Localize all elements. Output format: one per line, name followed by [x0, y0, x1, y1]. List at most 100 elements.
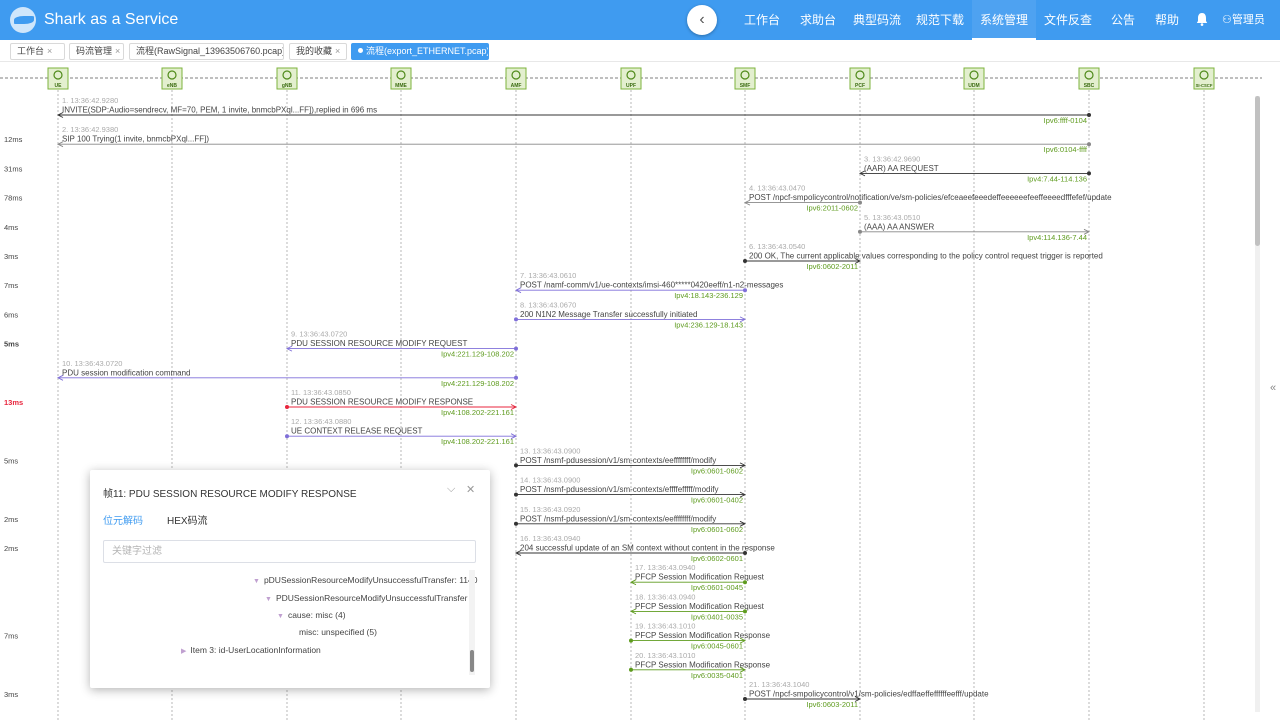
message-5[interactable]: 5. 13:36:43.0510(AAA) AA ANSWER Ipv4:114.…	[4, 213, 1091, 242]
message-timestamp: 21. 13:36:43.1040	[749, 680, 809, 689]
message-address: Ipv6:0602-2011	[806, 262, 858, 271]
message-11[interactable]: 11. 13:36:43.0850PDU SESSION RESOURCE MO…	[4, 388, 518, 417]
expand-panel-icon[interactable]: «	[1270, 382, 1276, 394]
message-origin-dot	[743, 259, 747, 263]
node-pcf[interactable]: PCF	[849, 67, 871, 90]
node-gnb[interactable]: gNB	[276, 67, 298, 90]
message-timestamp: 14. 13:36:43.0900	[520, 476, 580, 485]
message-timestamp: 20. 13:36:43.1010	[635, 651, 695, 660]
message-origin-dot	[1087, 113, 1091, 117]
message-label: PFCP Session Modification Request	[635, 602, 765, 611]
node-amf[interactable]: AMF	[505, 67, 527, 90]
frame-decode-popup: 帧11: PDU SESSION RESOURCE MODIFY RESPONS…	[90, 470, 490, 688]
message-label: SIP 100 Trying(1 invite, bnmcbPXql...FF]…	[62, 135, 209, 144]
message-label: PFCP Session Modification Request	[635, 573, 765, 582]
keyword-filter-input[interactable]	[103, 540, 476, 563]
message-label: 200 OK, The current applicable values co…	[749, 252, 1103, 261]
message-10[interactable]: 10. 13:36:43.0720PDU session modificatio…	[56, 359, 518, 388]
message-timestamp: 16. 13:36:43.0940	[520, 534, 580, 543]
message-18[interactable]: 18. 13:36:43.0940PFCP Session Modificati…	[629, 592, 765, 621]
message-20[interactable]: 20. 13:36:43.1010PFCP Session Modificati…	[629, 651, 771, 680]
message-address: Ipv6:0602-0601	[691, 554, 743, 563]
node-smf[interactable]: SMF	[734, 67, 756, 90]
node-label: SMF	[740, 83, 751, 89]
collapse-button[interactable]: ‹	[687, 5, 717, 35]
message-6[interactable]: 6. 13:36:43.0540200 OK, The current appl…	[4, 242, 1103, 271]
message-14[interactable]: 14. 13:36:43.0900POST /nsmf-pdusession/v…	[514, 476, 747, 505]
tree-item[interactable]: ▼ pDUSessionResourceModifyUnsuccessfulTra…	[253, 575, 477, 585]
node-mme[interactable]: MME	[390, 67, 412, 90]
close-icon[interactable]: ✕	[466, 483, 475, 496]
tab-stream-management[interactable]: 码流管理 ×	[69, 43, 124, 60]
tab-flow-rawsignal[interactable]: 流程(RawSignal_13963506760.pcap)×	[129, 43, 284, 60]
nav-file-lookup[interactable]: 文件反查	[1042, 0, 1094, 40]
caret-right-icon[interactable]: ▶	[181, 648, 186, 655]
node-sbc[interactable]: SBC	[1078, 67, 1100, 90]
close-icon[interactable]: ×	[335, 46, 340, 56]
node-ue[interactable]: UE	[47, 67, 69, 90]
close-icon[interactable]: ×	[47, 46, 52, 56]
caret-down-icon[interactable]: ▼	[265, 596, 272, 603]
message-4[interactable]: 4. 13:36:43.0470POST /npcf-smpolicycontr…	[4, 184, 1112, 213]
top-header: Shark as a Service ‹ 工作台 求助台 典型码流 规范下载 系…	[0, 0, 1280, 40]
caret-down-icon[interactable]: ▼	[253, 578, 260, 585]
node-label: UE	[55, 83, 63, 89]
message-timestamp: 15. 13:36:43.0920	[520, 505, 580, 514]
message-address: Ipv6:0601-0045	[691, 583, 743, 592]
chevron-down-icon[interactable]: ⌵	[447, 483, 455, 496]
message-address: Ipv4:221.129-108.202	[441, 350, 514, 359]
message-origin-dot	[514, 521, 518, 526]
message-origin-dot	[629, 638, 633, 643]
tab-favorites[interactable]: 我的收藏 ×	[289, 43, 347, 60]
message-3[interactable]: 3. 13:36:42.9690(AAR) AA REQUEST Ipv4:7.4…	[4, 154, 1091, 183]
message-label: UE CONTEXT RELEASE REQUEST	[291, 427, 423, 436]
message-timestamp: 10. 13:36:43.0720	[62, 359, 122, 368]
user-menu[interactable]: ⚇管理员	[1222, 0, 1265, 40]
tree-item[interactable]: ▼ PDUSessionResourceModifyUnsuccessfulTra…	[265, 593, 467, 603]
message-timestamp: 17. 13:36:43.0940	[635, 563, 695, 572]
node-upf[interactable]: UPF	[620, 67, 642, 90]
brand[interactable]: Shark as a Service	[10, 5, 178, 35]
message-8[interactable]: 8. 13:36:43.0670200 N1N2 Message Transfe…	[4, 300, 747, 329]
tab-bit-decode[interactable]: 位元解码	[103, 512, 143, 527]
nav-typical-streams[interactable]: 典型码流	[852, 0, 902, 40]
tree-item[interactable]: ▼ cause: misc (4)	[277, 610, 346, 620]
node-enb[interactable]: eNB	[161, 67, 183, 90]
node-si-cscf[interactable]: SI-CSCF	[1193, 67, 1215, 90]
message-address: Ipv4:108.202-221.161	[441, 408, 514, 417]
user-icon: ⚇	[1222, 14, 1232, 26]
nav-system-management[interactable]: 系统管理	[972, 0, 1036, 40]
nav-help[interactable]: 帮助	[1150, 0, 1184, 40]
message-12[interactable]: 12. 13:36:43.0880UE CONTEXT RELEASE REQU…	[285, 417, 518, 446]
tab-flow-export-ethernet[interactable]: 流程(export_ETHERNET.pcap)×	[351, 43, 489, 60]
message-2[interactable]: 2. 13:36:42.9380SIP 100 Trying(1 invite,…	[4, 125, 1091, 154]
message-9[interactable]: 9. 13:36:43.0720PDU SESSION RESOURCE MOD…	[4, 330, 518, 359]
message-1[interactable]: 1. 13:36:42.9280INVITE(SDP:Audio=sendrec…	[56, 96, 1091, 125]
delta-time: 3ms	[4, 252, 18, 261]
popup-scroll-thumb[interactable]	[470, 650, 474, 672]
message-address: Ipv4:18.143-236.129	[674, 291, 743, 300]
nav-announcements[interactable]: 公告	[1106, 0, 1140, 40]
message-7[interactable]: 7. 13:36:43.0610POST /namf-comm/v1/ue-co…	[4, 271, 783, 300]
caret-down-icon[interactable]: ▼	[277, 613, 284, 620]
delta-time: 12ms	[4, 135, 23, 144]
message-17[interactable]: 17. 13:36:43.0940PFCP Session Modificati…	[629, 563, 765, 592]
tree-item[interactable]: misc: unspecified (5)	[299, 627, 377, 637]
close-icon[interactable]: ×	[115, 46, 120, 56]
tab-hex-stream[interactable]: HEX码流	[167, 512, 208, 527]
message-address: Ipv4:7.44-114.136	[1027, 174, 1087, 183]
node-udm[interactable]: UDM	[963, 67, 985, 90]
node-label: UPF	[626, 83, 636, 89]
bell-icon[interactable]	[1196, 12, 1208, 26]
nav-helpdesk[interactable]: 求助台	[796, 0, 840, 40]
tab-workbench[interactable]: 工作台 ×	[10, 43, 65, 60]
diagram-scroll-thumb[interactable]	[1255, 96, 1260, 246]
nav-spec-download[interactable]: 规范下载	[914, 0, 966, 40]
node-label: MME	[395, 83, 407, 89]
message-timestamp: 6. 13:36:43.0540	[749, 242, 805, 251]
tree-item[interactable]: ▶ Item 3: id-UserLocationInformation	[181, 645, 321, 655]
message-origin-dot	[743, 697, 747, 701]
nav-workbench[interactable]: 工作台	[740, 0, 784, 40]
node-label: UDM	[968, 83, 979, 89]
node-label: SBC	[1084, 83, 1095, 89]
